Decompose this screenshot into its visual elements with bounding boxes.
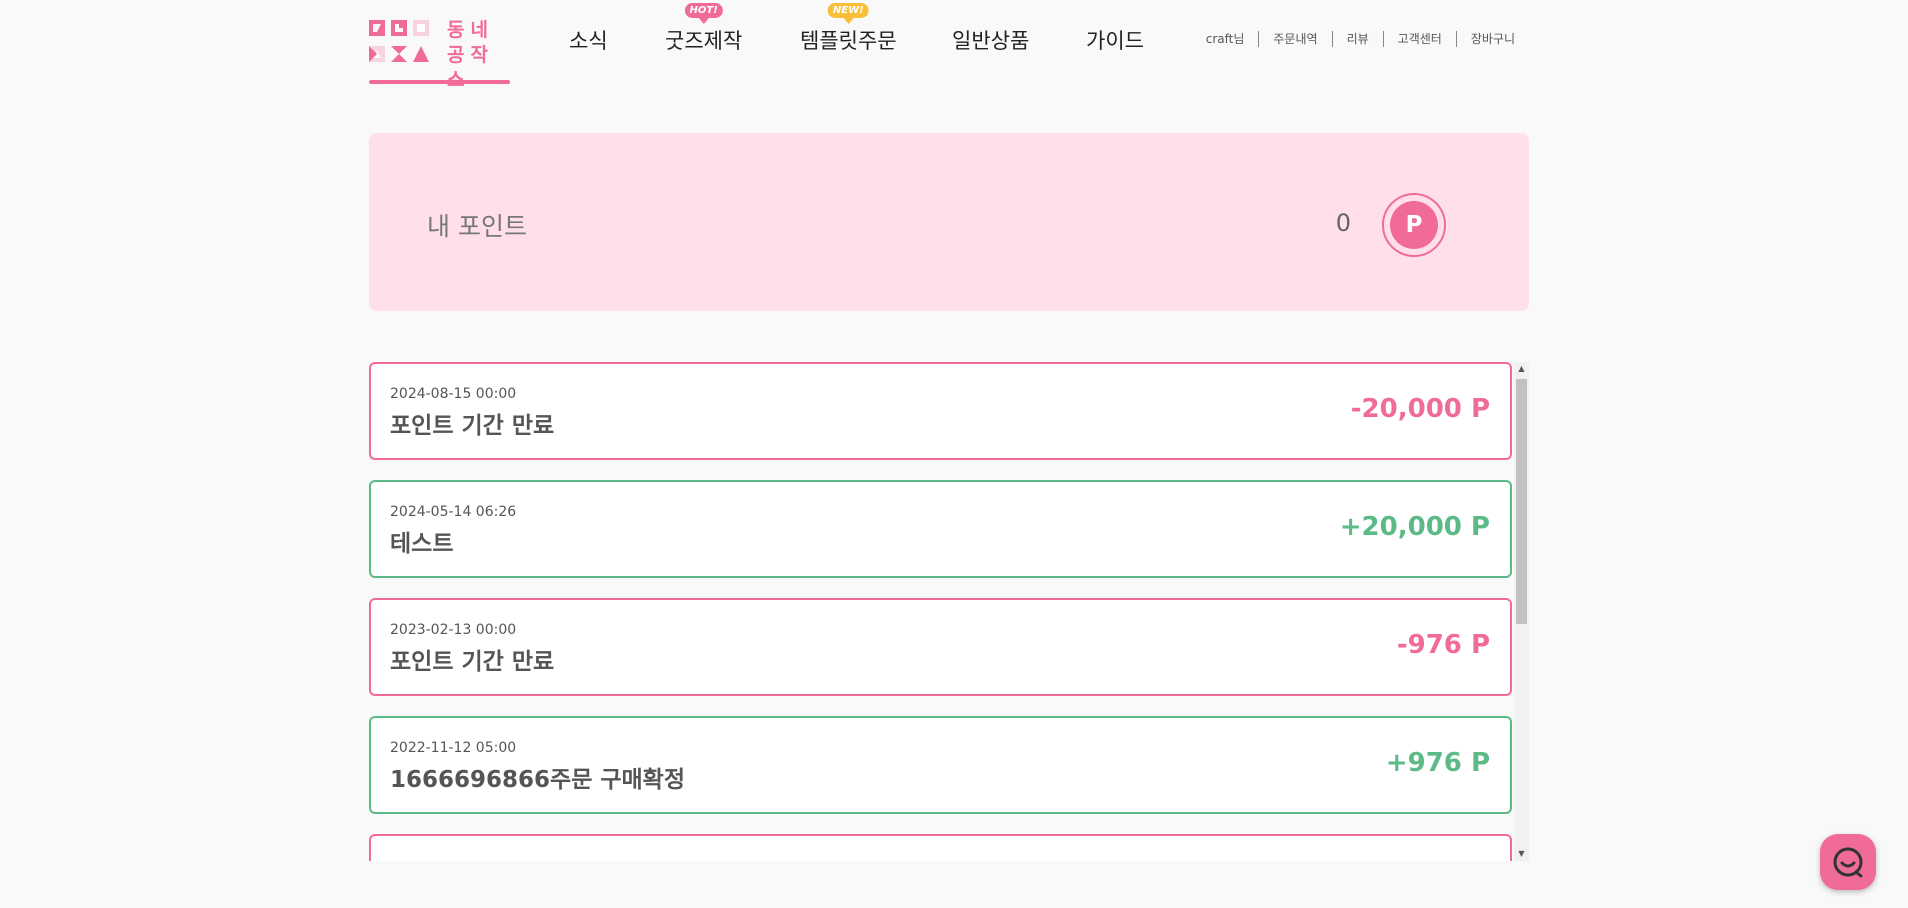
history-date: 2024-08-15 00:00 [390, 386, 517, 402]
history-title: 테스트 [390, 531, 454, 557]
history-scrollbar[interactable]: ▲ ▼ [1514, 362, 1529, 861]
orders-link[interactable]: 주문내역 [1258, 31, 1331, 47]
review-link[interactable]: 리뷰 [1331, 31, 1383, 47]
history-amount: +20,000 P [1339, 512, 1490, 542]
new-badge: NEW! [827, 3, 869, 18]
chat-bubble-icon [1833, 847, 1863, 878]
nav-item-template[interactable]: NEW! 템플릿주문 [800, 3, 897, 55]
history-title: 1666696866주문 구매확정 [390, 767, 686, 793]
history-title: 포인트 기간 만료 [390, 649, 555, 675]
scroll-thumb[interactable] [1516, 379, 1527, 624]
history-item [369, 834, 1512, 861]
nav-label: 일반상품 [952, 29, 1030, 53]
scroll-down-arrow-icon[interactable]: ▼ [1514, 847, 1529, 861]
points-value: 0 [1335, 209, 1351, 237]
brand-logo[interactable]: 동네 공작소 [369, 18, 510, 91]
nav-item-guide[interactable]: 가이드 [1086, 25, 1144, 55]
history-date: 2023-02-13 00:00 [390, 622, 517, 638]
history-item: 2023-02-13 00:00 포인트 기간 만료 -976 P [369, 598, 1512, 696]
history-amount: -20,000 P [1350, 394, 1490, 424]
cart-link[interactable]: 장바구니 [1455, 31, 1529, 47]
history-item: 2024-08-15 00:00 포인트 기간 만료 -20,000 P [369, 362, 1512, 460]
nav-label: 굿즈제작 [665, 29, 743, 53]
brand-line2: 공작소 [447, 44, 494, 91]
utility-menu: craft님 주문내역 리뷰 고객센터 장바구니 [1206, 31, 1529, 47]
point-history[interactable]: 2024-08-15 00:00 포인트 기간 만료 -20,000 P 202… [369, 362, 1529, 861]
history-amount: -976 P [1396, 630, 1490, 660]
nav-label: 소식 [569, 29, 608, 53]
history-date: 2024-05-14 06:26 [390, 504, 517, 520]
history-item: 2022-11-12 05:00 1666696866주문 구매확정 +976 … [369, 716, 1512, 814]
logo-underline [369, 80, 510, 84]
point-coin-letter: P [1390, 201, 1438, 249]
chat-button[interactable] [1820, 834, 1876, 890]
nav-item-news[interactable]: 소식 [569, 25, 608, 55]
history-date: 2022-11-12 05:00 [390, 740, 517, 756]
history-title: 포인트 기간 만료 [390, 413, 555, 439]
nav-label: 가이드 [1086, 29, 1144, 53]
nav-item-goods[interactable]: HOT! 굿즈제작 [665, 3, 743, 55]
point-coin-icon: P [1382, 193, 1446, 257]
points-summary: 내 포인트 0 P [369, 133, 1529, 311]
points-label: 내 포인트 [427, 212, 527, 241]
history-amount: +976 P [1385, 748, 1490, 778]
site-header: 동네 공작소 소식 HOT! 굿즈제작 NEW! 템플릿주문 일반상품 가이드 … [369, 0, 1529, 91]
logo-shapes-icon [369, 20, 429, 62]
scroll-up-arrow-icon[interactable]: ▲ [1514, 362, 1529, 376]
support-link[interactable]: 고객센터 [1382, 31, 1456, 47]
hot-badge: HOT! [684, 3, 723, 18]
history-item: 2024-05-14 06:26 테스트 +20,000 P [369, 480, 1512, 578]
nav-label: 템플릿주문 [800, 29, 897, 53]
user-link[interactable]: craft님 [1206, 31, 1259, 47]
nav-item-products[interactable]: 일반상품 [952, 25, 1029, 55]
brand-line1: 동네 [447, 19, 494, 41]
